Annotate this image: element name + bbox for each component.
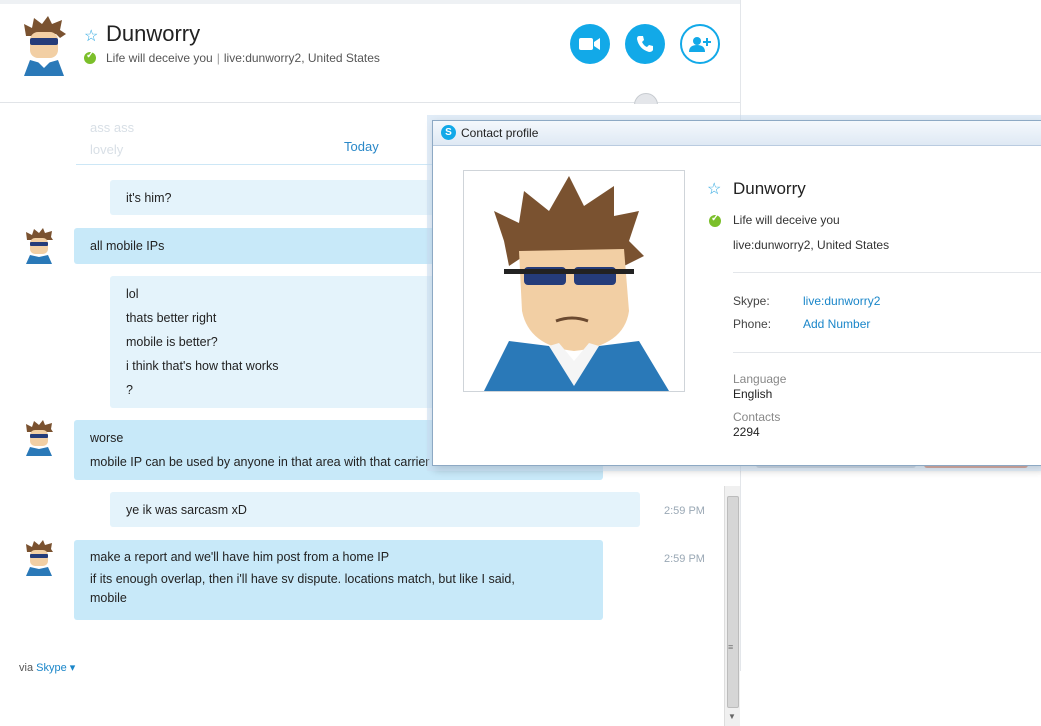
scrollbar-grip-icon: ≡ [728,642,734,652]
message-bubble[interactable]: make a report and we'll have him post fr… [74,540,603,620]
phone-icon [637,36,653,52]
message-text: if its enough overlap, then i'll have sv… [90,572,515,586]
contact-profile-window: S Contact profile ☆ Dunworry Life will d… [432,120,1041,466]
contact-mood: Life will deceive you [106,51,213,65]
favorite-star-icon[interactable]: ☆ [707,179,721,199]
add-number-link[interactable]: Add Number [803,317,870,331]
message-text: ye ik was sarcasm xD [126,503,247,517]
contacts-label: Contacts [733,410,781,424]
language-label: Language [733,372,787,386]
voice-call-button[interactable] [625,24,665,64]
online-status-icon [709,213,721,227]
separator: | [216,51,220,65]
profile-location: live:dunworry2, United States [733,238,890,252]
phone-label: Phone: [733,317,772,331]
scroll-down-arrow-icon[interactable]: ▼ [728,712,736,721]
favorite-star-icon[interactable]: ☆ [84,26,98,46]
video-camera-icon [579,38,600,50]
profile-avatar-illustration [484,176,669,391]
profile-mood: Life will deceive you [733,213,840,227]
message-timestamp: 2:59 PM [664,553,705,565]
message-text: mobile [90,591,127,605]
skype-label: Skype: [733,294,770,308]
profile-photo [463,170,685,392]
skype-logo-icon: S [441,125,456,140]
add-contact-button[interactable] [680,24,720,64]
video-call-button[interactable] [570,24,610,64]
via-brand[interactable]: Skype [36,662,67,674]
language-value: English [733,387,773,401]
sender-avatar[interactable] [24,228,54,264]
divider [733,272,1041,273]
profile-window-title: Contact profile [461,126,539,140]
message-text: make a report and we'll have him post fr… [90,550,390,564]
scrollbar-thumb[interactable] [727,496,739,708]
sender-avatar[interactable] [24,540,54,576]
contacts-count: 2294 [733,425,760,439]
message-timestamp: 2:59 PM [664,505,705,517]
contact-mood-location: Life will deceive you | live:dunworry2, Un… [106,51,380,65]
sender-avatar[interactable] [24,420,54,456]
profile-titlebar[interactable]: S Contact profile [433,121,1041,146]
contact-avatar[interactable] [20,16,68,76]
online-status-icon [84,50,96,64]
chat-scrollbar[interactable]: ≡ ▼ [724,486,740,726]
message-bubble[interactable]: ye ik was sarcasm xD [110,492,640,527]
conversation-header: ☆ Dunworry Life will deceive you|live:du… [0,4,740,103]
chevron-down-icon[interactable]: ▾ [67,662,76,674]
skype-id-link[interactable]: live:dunworry2 [803,294,880,308]
contact-name[interactable]: Dunworry [106,21,200,47]
date-divider-label: Today [344,139,379,154]
profile-body: ☆ Dunworry Life will deceive you live:du… [439,146,1041,461]
contact-location: live:dunworry2, United States [223,51,380,65]
divider [733,352,1041,353]
add-person-icon [689,37,711,52]
profile-name: Dunworry [733,179,806,198]
via-skype[interactable]: via Skype ▾ [19,661,75,674]
via-prefix: via [19,662,34,674]
